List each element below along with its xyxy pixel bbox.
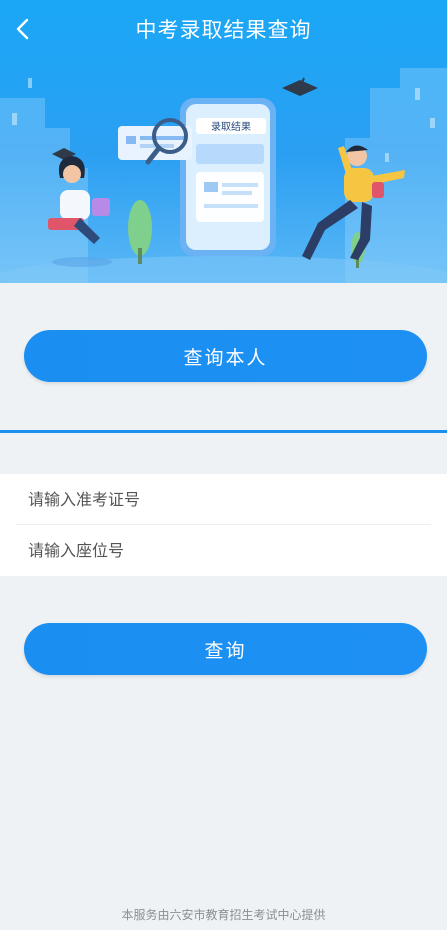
exam-id-input[interactable] bbox=[16, 474, 431, 524]
page-title: 中考录取结果查询 bbox=[135, 18, 312, 42]
query-form bbox=[0, 474, 447, 576]
hero-illustration: 录取结果 bbox=[0, 68, 447, 283]
nav-bar: 中考录取结果查询 bbox=[0, 0, 447, 58]
back-icon[interactable] bbox=[12, 17, 36, 41]
section-divider bbox=[0, 430, 447, 433]
query-button[interactable]: 查询 bbox=[24, 623, 427, 675]
hero-banner: 中考录取结果查询 录取结果 bbox=[0, 0, 447, 283]
seat-number-input[interactable] bbox=[16, 525, 431, 575]
footer-text: 本服务由六安市教育招生考试中心提供 bbox=[121, 908, 326, 922]
query-self-button[interactable]: 查询本人 bbox=[24, 330, 427, 382]
result-card-label: 录取结果 bbox=[211, 120, 251, 133]
